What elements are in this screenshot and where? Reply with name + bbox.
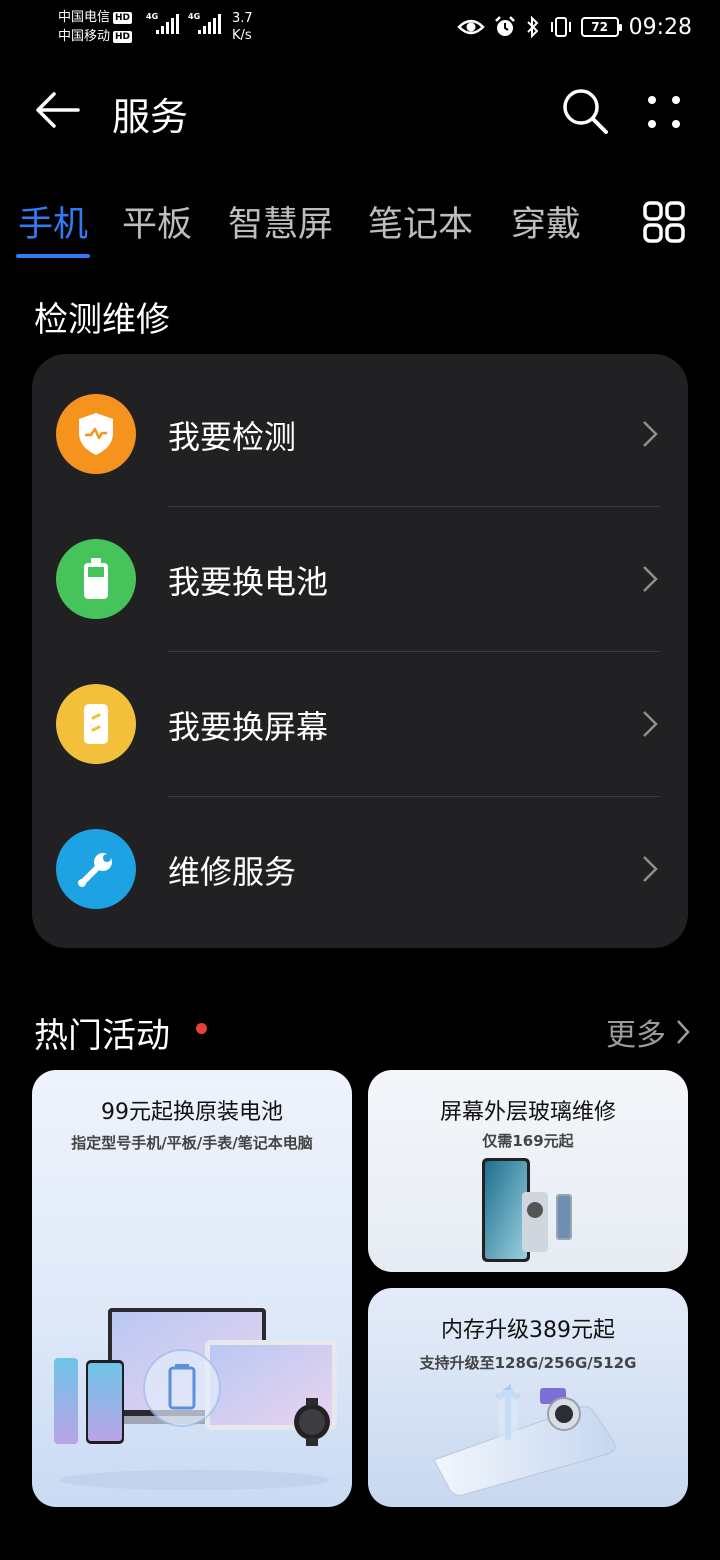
tablet-phone-illustration: [482, 1158, 572, 1262]
promo-title: 屏幕外层玻璃维修: [439, 1100, 616, 1125]
hd-badge: HD: [113, 11, 133, 24]
promo-subtitle: 指定型号手机/平板/手表/笔记本电脑: [71, 1134, 313, 1152]
tab-laptop[interactable]: 笔记本: [368, 196, 473, 247]
tab-tablet[interactable]: 平板: [122, 196, 192, 247]
tab-indicator: [16, 254, 90, 258]
status-icons: 72 09:28: [456, 12, 692, 42]
chevron-right-icon: [643, 421, 658, 447]
phone-screen-icon: [56, 684, 136, 764]
vibrate-icon: [550, 17, 571, 37]
devices-illustration: [54, 1308, 337, 1490]
repair-card: 我要检测 我要换电池 我要换屏幕 维修服务: [32, 354, 688, 948]
app-header: 服务: [0, 72, 720, 152]
chevron-right-icon: [643, 856, 658, 882]
promo-title: 99元起换原装电池: [101, 1100, 283, 1125]
more-link-label: 更多: [606, 1018, 666, 1053]
wrench-icon: [56, 829, 136, 909]
more-options-icon[interactable]: [640, 90, 688, 134]
battery-icon: [56, 539, 136, 619]
promo-title: 内存升级389元起: [441, 1318, 615, 1343]
repair-item-label: 我要换电池: [168, 563, 329, 601]
section-title-hot: 热门活动: [34, 1016, 170, 1056]
back-arrow-icon[interactable]: [34, 90, 80, 130]
tab-smart-screen[interactable]: 智慧屏: [228, 196, 333, 247]
hd-badge: HD: [113, 30, 133, 43]
all-categories-icon[interactable]: [642, 200, 686, 244]
battery-indicator: 72: [580, 17, 622, 37]
repair-item-label: 我要换屏幕: [168, 708, 329, 746]
new-dot-badge: [196, 1023, 207, 1034]
hot-activities-header: 热门活动 更多: [0, 1008, 720, 1058]
chevron-right-icon: [643, 566, 658, 592]
clock: 09:28: [628, 14, 692, 40]
signal-icon: 4G: [146, 12, 179, 34]
chevron-right-icon: [643, 711, 658, 737]
promo-battery[interactable]: 99元起换原装电池 指定型号手机/平板/手表/笔记本电脑: [32, 1070, 352, 1507]
phone-upgrade-illustration: [433, 1383, 616, 1496]
tab-phone[interactable]: 手机: [18, 196, 88, 247]
carrier-1: 中国电信: [58, 10, 111, 25]
device-tabs: 手机 平板 智慧屏 笔记本 穿戴: [0, 196, 720, 260]
section-title-repair: 检测维修: [34, 300, 170, 340]
tab-wearable[interactable]: 穿戴: [511, 196, 581, 247]
alarm-icon: [494, 16, 515, 36]
chevron-right-icon: [677, 1020, 690, 1044]
promo-screen-glass[interactable]: 屏幕外层玻璃维修 仅需169元起: [368, 1070, 688, 1272]
signal-icon: 4G: [188, 12, 221, 34]
promo-subtitle: 仅需169元起: [482, 1132, 574, 1150]
carrier-2: 中国移动: [58, 29, 111, 44]
carrier-info: 中国电信 HD 中国移动 HD: [58, 8, 133, 46]
repair-item-diagnose[interactable]: 我要检测: [32, 354, 688, 499]
repair-item-service[interactable]: 维修服务: [32, 789, 688, 934]
repair-item-battery[interactable]: 我要换电池: [32, 499, 688, 644]
page-title: 服务: [112, 95, 189, 139]
repair-item-screen[interactable]: 我要换屏幕: [32, 644, 688, 789]
eye-icon: [456, 19, 485, 35]
repair-item-label: 维修服务: [168, 853, 297, 891]
search-icon[interactable]: [560, 86, 610, 136]
repair-item-label: 我要检测: [168, 418, 297, 456]
more-link[interactable]: 更多: [606, 1010, 690, 1054]
promo-memory-upgrade[interactable]: 内存升级389元起 支持升级至128G/256G/512G: [368, 1288, 688, 1507]
promo-subtitle: 支持升级至128G/256G/512G: [419, 1354, 637, 1372]
bluetooth-icon: [526, 15, 539, 39]
network-speed: 3.7 K/s: [232, 11, 253, 43]
shield-diagnose-icon: [56, 394, 136, 474]
status-bar: 中国电信 HD 中国移动 HD 4G 4G 3.7 K/s 72 09:28: [0, 0, 720, 56]
